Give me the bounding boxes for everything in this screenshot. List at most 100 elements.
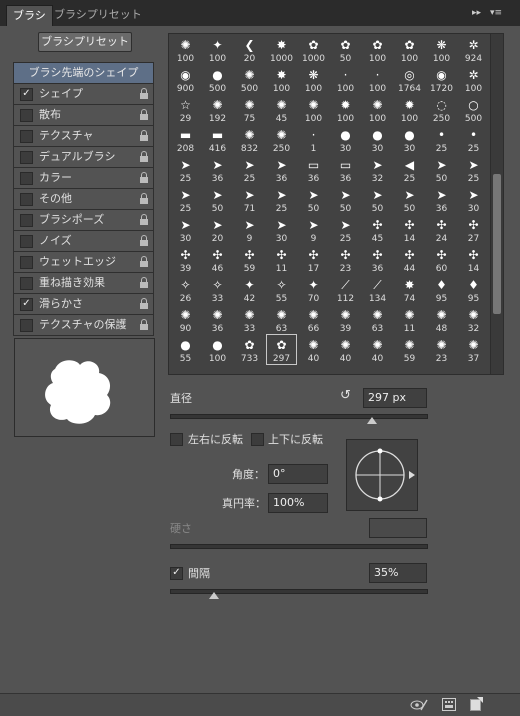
brush-tip-cell[interactable]: ✣ 17 <box>299 245 328 274</box>
brush-tip-cell[interactable]: ➤ 50 <box>299 185 328 214</box>
lock-icon[interactable] <box>139 151 149 162</box>
brush-tip-cell[interactable]: ● 100 <box>203 335 232 364</box>
settings-item[interactable]: デュアルブラシ <box>13 147 154 168</box>
brush-tip-cell[interactable]: ⟋ 134 <box>363 275 392 304</box>
brush-tip-cell[interactable]: ❋ 100 <box>427 35 456 64</box>
brush-tip-cell[interactable]: ✿ 297 <box>266 334 297 365</box>
brush-tip-cell[interactable]: ➤ 50 <box>427 155 456 184</box>
toggle-brush-preview-icon[interactable] <box>410 698 428 712</box>
lock-icon[interactable] <box>139 109 149 120</box>
brush-tip-cell[interactable]: ➤ 30 <box>267 215 296 244</box>
brush-tip-cell[interactable]: ◉ 900 <box>171 65 200 94</box>
angle-field[interactable]: 0° <box>268 464 328 484</box>
brush-tip-cell[interactable]: ✣ 23 <box>331 245 360 274</box>
brush-tip-cell[interactable]: ✿ 100 <box>395 35 424 64</box>
brush-tip-cell[interactable]: ➤ 30 <box>171 215 200 244</box>
settings-item[interactable]: 散布 <box>13 105 154 126</box>
brush-tip-cell[interactable]: ✺ 100 <box>171 35 200 64</box>
brush-tip-cell[interactable]: ✿ 1000 <box>299 35 328 64</box>
settings-item[interactable]: テクスチャ <box>13 126 154 147</box>
brush-tip-cell[interactable]: ✺ 40 <box>363 335 392 364</box>
brush-tip-cell[interactable]: ✣ 60 <box>427 245 456 274</box>
lock-icon[interactable] <box>139 319 149 330</box>
flip-x-checkbox[interactable] <box>170 433 183 446</box>
settings-checkbox[interactable] <box>20 172 33 185</box>
brush-tip-cell[interactable]: ● 500 <box>203 65 232 94</box>
settings-item[interactable]: カラー <box>13 168 154 189</box>
brush-tip-cell[interactable]: ✸ 1000 <box>267 35 296 64</box>
tab-brush[interactable]: ブラシ <box>6 5 53 27</box>
lock-icon[interactable] <box>139 277 149 288</box>
brush-tip-cell[interactable]: ✦ 42 <box>235 275 264 304</box>
lock-icon[interactable] <box>139 235 149 246</box>
brush-tip-cell[interactable]: ✺ 37 <box>459 335 488 364</box>
brush-tip-cell[interactable]: ➤ 25 <box>267 185 296 214</box>
reset-size-icon[interactable]: ↺ <box>340 388 351 403</box>
roundness-field[interactable]: 100% <box>268 493 328 513</box>
brush-tip-cell[interactable]: ✺ 500 <box>235 65 264 94</box>
brush-tip-cell[interactable]: ➤ 25 <box>171 155 200 184</box>
brush-tip-cell[interactable]: ➤ 71 <box>235 185 264 214</box>
brush-tip-cell[interactable]: ❮ 20 <box>235 35 264 64</box>
settings-checkbox[interactable]: ✓ <box>20 298 33 311</box>
settings-checkbox[interactable] <box>20 130 33 143</box>
brush-tip-cell[interactable]: ✣ 39 <box>171 245 200 274</box>
brush-tip-cell[interactable]: ✣ 14 <box>395 215 424 244</box>
tab-brush-presets[interactable]: ブラシプリセット <box>48 5 148 26</box>
brush-tip-cell[interactable]: ✺ 100 <box>299 95 328 124</box>
brush-tip-cell[interactable]: ✺ 90 <box>171 305 200 334</box>
brush-tip-cell[interactable]: ✺ 45 <box>267 95 296 124</box>
brush-tip-cell[interactable]: ▭ 36 <box>331 155 360 184</box>
brush-tip-cell[interactable]: ◀ 25 <box>395 155 424 184</box>
size-field[interactable]: 297 px <box>363 388 427 408</box>
brush-tip-cell[interactable]: ✺ 36 <box>203 305 232 334</box>
brush-tip-cell[interactable]: ✸ 74 <box>395 275 424 304</box>
settings-checkbox[interactable] <box>20 277 33 290</box>
panel-menu-icon[interactable]: ▾≡ <box>490 8 502 18</box>
settings-checkbox[interactable] <box>20 193 33 206</box>
settings-item[interactable]: ウェットエッジ <box>13 252 154 273</box>
brush-tip-cell[interactable]: ✺ 66 <box>299 305 328 334</box>
brush-tip-cell[interactable]: ✺ 23 <box>427 335 456 364</box>
brush-tip-cell[interactable]: ✣ 36 <box>363 245 392 274</box>
grid-scrollbar[interactable] <box>490 34 503 374</box>
grid-scrollbar-thumb[interactable] <box>493 174 501 314</box>
lock-icon[interactable] <box>139 130 149 141</box>
brush-tip-cell[interactable]: ✺ 40 <box>331 335 360 364</box>
settings-item[interactable]: ノイズ <box>13 231 154 252</box>
brush-tip-cell[interactable]: ☆ 29 <box>171 95 200 124</box>
brush-tip-cell[interactable]: ✺ 63 <box>267 305 296 334</box>
lock-icon[interactable] <box>139 214 149 225</box>
brush-tip-cell[interactable]: ◉ 1720 <box>427 65 456 94</box>
brush-tip-cell[interactable]: ✣ 59 <box>235 245 264 274</box>
brush-tip-cell[interactable]: ● 30 <box>395 125 424 154</box>
brush-tip-cell[interactable]: ✺ 33 <box>235 305 264 334</box>
brush-tip-cell[interactable]: ✣ 27 <box>459 215 488 244</box>
brush-tip-cell[interactable]: ➤ 20 <box>203 215 232 244</box>
brush-tip-shape-header[interactable]: ブラシ先端のシェイプ <box>13 62 154 84</box>
size-slider-thumb[interactable] <box>367 417 378 424</box>
brush-grid-icon[interactable] <box>442 698 456 711</box>
brush-tip-cell[interactable]: ✲ 100 <box>459 65 488 94</box>
brush-tip-cell[interactable]: ✣ 45 <box>363 215 392 244</box>
brush-tip-cell[interactable]: ✧ 55 <box>267 275 296 304</box>
brush-tip-cell[interactable]: ✿ 100 <box>363 35 392 64</box>
brush-tip-cell[interactable]: ➤ 25 <box>459 155 488 184</box>
brush-tip-cell[interactable]: ✸ 100 <box>267 65 296 94</box>
brush-tip-cell[interactable]: ● 55 <box>171 335 200 364</box>
brush-tip-cell[interactable]: ❋ 100 <box>299 65 328 94</box>
brush-tip-cell[interactable]: ● 30 <box>363 125 392 154</box>
brush-tip-cell[interactable]: ✣ 11 <box>267 245 296 274</box>
brush-tip-cell[interactable]: ♦ 95 <box>427 275 456 304</box>
settings-item[interactable]: その他 <box>13 189 154 210</box>
brush-tip-cell[interactable]: ➤ 25 <box>331 215 360 244</box>
brush-tip-cell[interactable]: ♦ 95 <box>459 275 488 304</box>
brush-tip-cell[interactable]: ✺ 48 <box>427 305 456 334</box>
brush-tip-cell[interactable]: ✧ 26 <box>171 275 200 304</box>
brush-tip-cell[interactable]: ➤ 25 <box>235 155 264 184</box>
brush-tip-cell[interactable]: ⟋ 112 <box>331 275 360 304</box>
brush-tip-cell[interactable]: ✹ 100 <box>395 95 424 124</box>
settings-item[interactable]: ✓ 滑らかさ <box>13 294 154 315</box>
brush-tip-cell[interactable]: ✺ 32 <box>459 305 488 334</box>
flip-y-checkbox[interactable] <box>251 433 264 446</box>
